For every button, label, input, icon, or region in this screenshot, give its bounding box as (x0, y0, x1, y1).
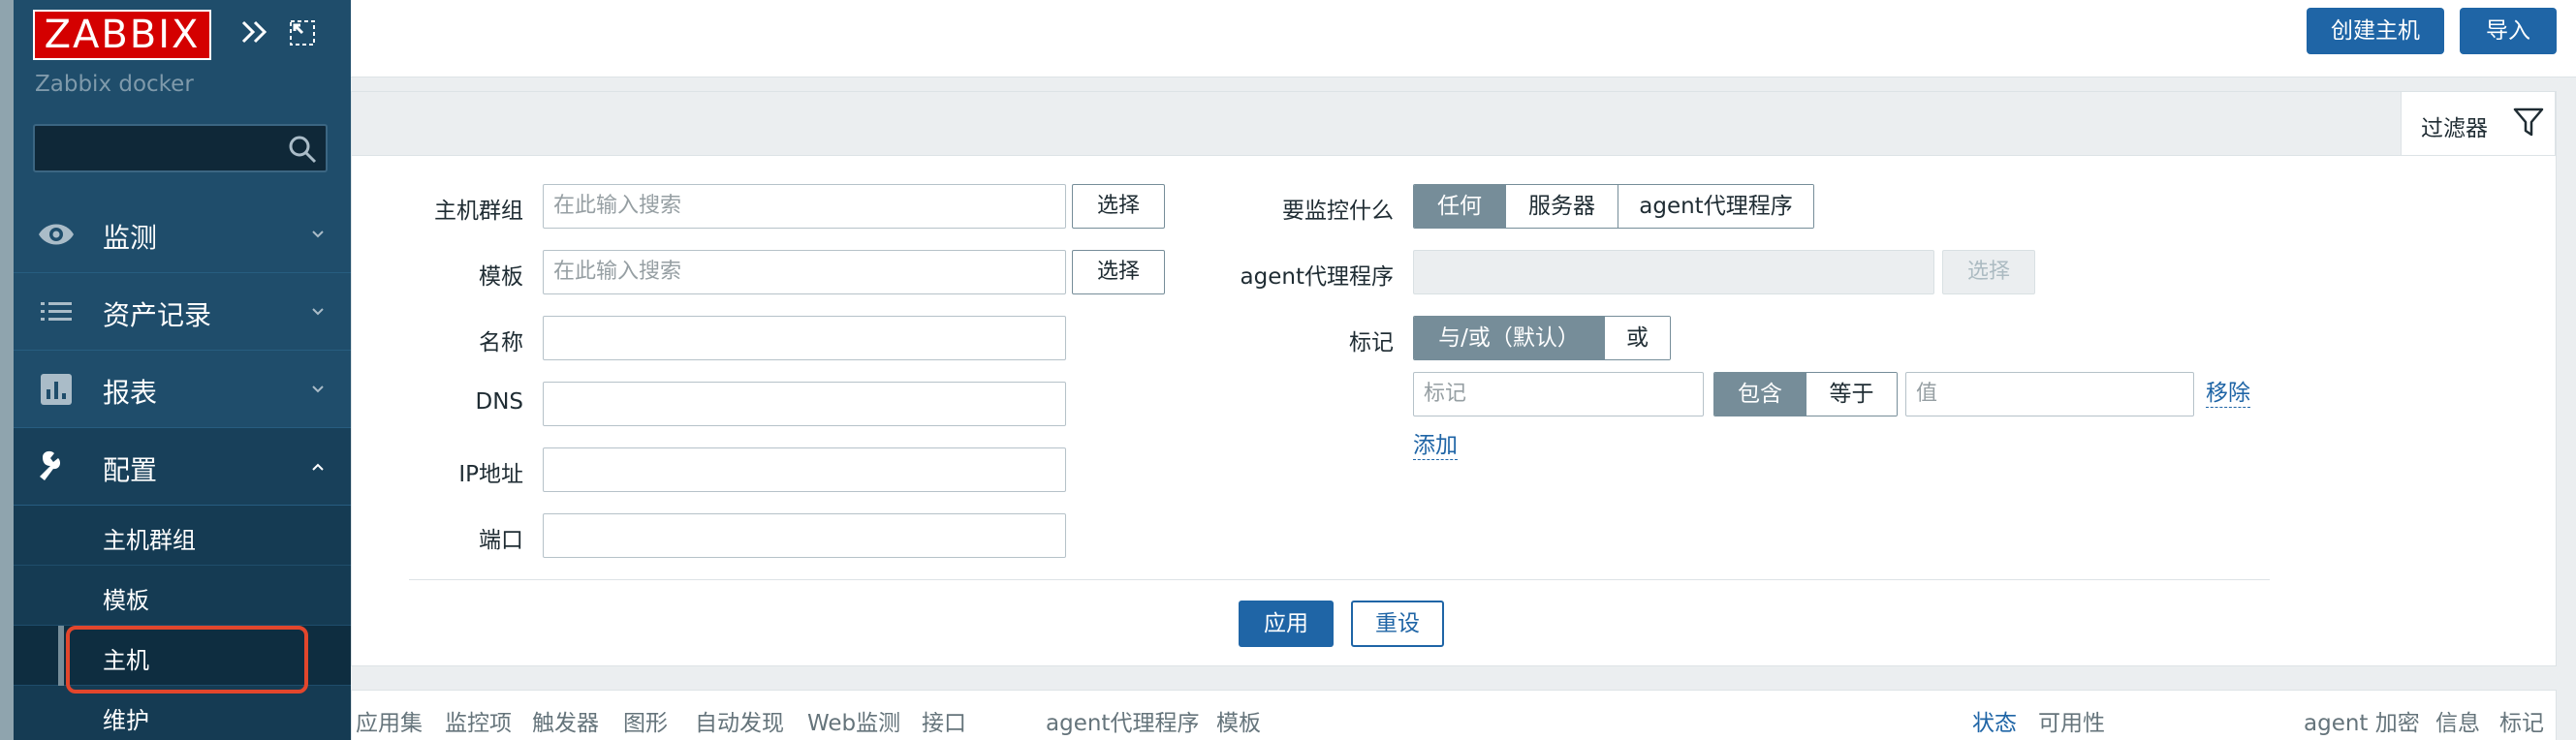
submenu-item-label: 模板 (103, 587, 149, 614)
collapse-sidebar-icon[interactable] (238, 15, 271, 48)
name-input[interactable] (543, 316, 1066, 360)
dns-label: DNS (475, 389, 523, 415)
templates-input[interactable]: 在此输入搜索 (543, 250, 1066, 294)
filter-tab-label: 过滤器 (2421, 116, 2488, 141)
create-host-button[interactable]: 创建主机 (2307, 8, 2444, 54)
col-availability: 可用性 (2038, 711, 2105, 736)
zabbix-logo[interactable]: ZABBIX (33, 10, 211, 60)
apply-button[interactable]: 应用 (1239, 601, 1334, 647)
filter-tab[interactable]: 过滤器 (2401, 91, 2556, 156)
kiosk-mode-icon[interactable] (289, 19, 316, 46)
remove-tag-link[interactable]: 移除 (2206, 380, 2250, 408)
host-groups-label: 主机群组 (434, 199, 523, 224)
col-interface: 接口 (922, 711, 966, 736)
submenu-item-templates[interactable]: 模板 (14, 566, 351, 626)
col-discovery[interactable]: 自动发现 (695, 704, 784, 737)
dns-input[interactable] (543, 382, 1066, 426)
filter-tabbar: 过滤器 (351, 91, 2557, 156)
list-icon (41, 302, 72, 321)
col-triggers[interactable]: 触发器 (532, 704, 599, 737)
monitored-by-any[interactable]: 任何 (1414, 185, 1505, 228)
proxy-select-button: 选择 (1942, 250, 2035, 294)
submenu-item-label: 维护 (103, 707, 149, 734)
monitored-by-server[interactable]: 服务器 (1505, 185, 1618, 228)
filter-divider (409, 579, 2270, 580)
hosts-table-header: 应用集 监控项 触发器 图形 自动发现 Web监测 接口 agent代理程序 模… (351, 690, 2557, 740)
col-templates: 模板 (1216, 711, 1261, 736)
tag-operator-contains[interactable]: 包含 (1714, 373, 1806, 416)
sidebar-edge (0, 0, 14, 740)
tags-mode-segmented: 与/或（默认） 或 (1413, 316, 1671, 360)
proxy-label: agent代理程序 (1240, 264, 1394, 290)
col-tags: 标记 (2499, 711, 2544, 736)
filter-icon (2513, 108, 2544, 137)
ip-label: IP地址 (458, 462, 523, 487)
tags-mode-and-or[interactable]: 与/或（默认） (1414, 317, 1604, 359)
menu-item-label: 监测 (103, 222, 158, 254)
tag-operator-segmented: 包含 等于 (1713, 372, 1898, 416)
ip-input[interactable] (543, 447, 1066, 492)
monitored-by-label: 要监控什么 (1282, 199, 1394, 224)
chevron-down-icon (312, 308, 324, 316)
search-icon[interactable] (287, 134, 318, 165)
name-label: 名称 (479, 330, 523, 355)
monitored-by-proxy[interactable]: agent代理程序 (1618, 185, 1813, 228)
host-groups-select-button[interactable]: 选择 (1072, 184, 1165, 229)
col-items[interactable]: 监控项 (445, 704, 512, 737)
col-encryption: agent 加密 (2304, 711, 2420, 736)
menu-item-label: 配置 (103, 454, 158, 486)
port-label: 端口 (479, 528, 523, 553)
col-applications[interactable]: 应用集 (356, 704, 423, 737)
eye-icon (39, 224, 74, 245)
col-graphs[interactable]: 图形 (623, 704, 668, 737)
col-proxy: agent代理程序 (1046, 711, 1200, 736)
hosts-highlight-annotation (66, 626, 308, 694)
import-button[interactable]: 导入 (2460, 8, 2557, 54)
col-web[interactable]: Web监测 (807, 704, 900, 737)
monitored-by-segmented: 任何 服务器 agent代理程序 (1413, 184, 1814, 229)
col-status[interactable]: 状态 (1972, 704, 2017, 737)
reset-button[interactable]: 重设 (1351, 601, 1444, 647)
sidebar: ZABBIX Zabbix docker 监测 资产记录 报表 配置 主机群组 … (0, 0, 351, 740)
server-name: Zabbix docker (35, 72, 194, 97)
proxy-input (1413, 250, 1934, 294)
page-header: 创建主机 导入 (351, 0, 2576, 77)
bar-chart-icon (41, 374, 72, 405)
host-groups-input[interactable]: 在此输入搜索 (543, 184, 1066, 229)
sidebar-search-input[interactable] (33, 124, 328, 172)
port-input[interactable] (543, 513, 1066, 558)
menu-item-label: 资产记录 (103, 299, 212, 331)
templates-label: 模板 (479, 264, 523, 290)
tags-mode-or[interactable]: 或 (1604, 317, 1670, 359)
wrench-icon (40, 450, 61, 480)
submenu-item-label: 主机群组 (103, 527, 196, 554)
add-tag-link[interactable]: 添加 (1413, 432, 1458, 460)
tag-operator-equals[interactable]: 等于 (1806, 373, 1897, 416)
tag-name-input[interactable]: 标记 (1413, 372, 1704, 416)
tags-label: 标记 (1349, 330, 1394, 355)
tag-value-input[interactable]: 值 (1905, 372, 2194, 416)
chevron-down-icon (312, 231, 324, 238)
menu-item-label: 报表 (103, 377, 158, 409)
col-info: 信息 (2435, 711, 2480, 736)
submenu-item-maintenance[interactable]: 维护 (14, 686, 351, 740)
templates-select-button[interactable]: 选择 (1072, 250, 1165, 294)
